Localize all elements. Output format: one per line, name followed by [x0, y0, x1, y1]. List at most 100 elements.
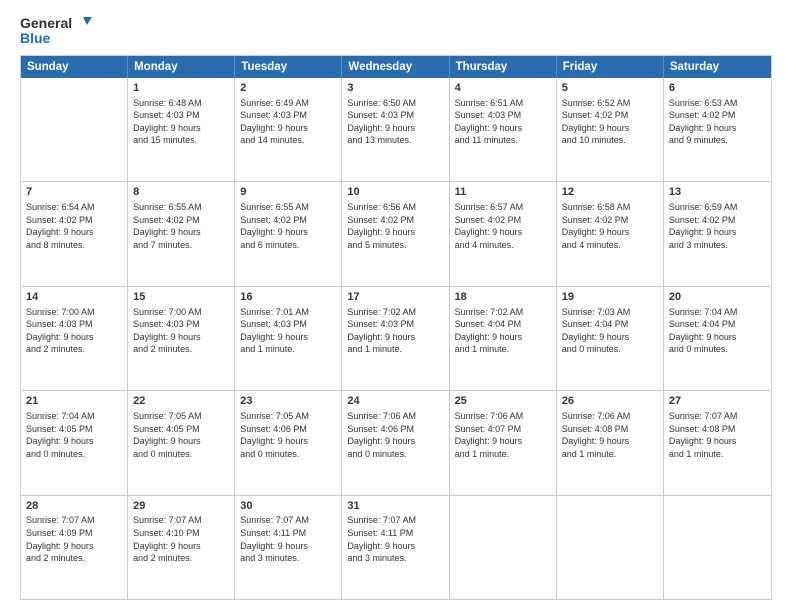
calendar-cell: 17Sunrise: 7:02 AM Sunset: 4:03 PM Dayli… — [342, 287, 449, 390]
cell-info: Sunrise: 6:49 AM Sunset: 4:03 PM Dayligh… — [240, 97, 336, 147]
header-day-sunday: Sunday — [21, 56, 128, 78]
cell-info: Sunrise: 7:07 AM Sunset: 4:08 PM Dayligh… — [669, 410, 766, 460]
day-number: 12 — [562, 185, 658, 200]
day-number: 19 — [562, 290, 658, 305]
calendar-cell: 7Sunrise: 6:54 AM Sunset: 4:02 PM Daylig… — [21, 182, 128, 285]
day-number: 6 — [669, 81, 766, 96]
calendar-cell: 24Sunrise: 7:06 AM Sunset: 4:06 PM Dayli… — [342, 391, 449, 494]
calendar-cell — [450, 496, 557, 599]
calendar-cell: 4Sunrise: 6:51 AM Sunset: 4:03 PM Daylig… — [450, 78, 557, 181]
calendar-header: SundayMondayTuesdayWednesdayThursdayFrid… — [21, 56, 771, 78]
logo-container: General Blue — [20, 16, 92, 47]
day-number: 20 — [669, 290, 766, 305]
cell-info: Sunrise: 6:55 AM Sunset: 4:02 PM Dayligh… — [240, 201, 336, 251]
day-number: 9 — [240, 185, 336, 200]
calendar-body: 1Sunrise: 6:48 AM Sunset: 4:03 PM Daylig… — [21, 78, 771, 599]
cell-info: Sunrise: 7:06 AM Sunset: 4:08 PM Dayligh… — [562, 410, 658, 460]
cell-info: Sunrise: 7:05 AM Sunset: 4:06 PM Dayligh… — [240, 410, 336, 460]
cell-info: Sunrise: 7:02 AM Sunset: 4:03 PM Dayligh… — [347, 306, 443, 356]
cell-info: Sunrise: 6:56 AM Sunset: 4:02 PM Dayligh… — [347, 201, 443, 251]
calendar-cell — [664, 496, 771, 599]
cell-info: Sunrise: 6:50 AM Sunset: 4:03 PM Dayligh… — [347, 97, 443, 147]
day-number: 17 — [347, 290, 443, 305]
day-number: 8 — [133, 185, 229, 200]
cell-info: Sunrise: 7:07 AM Sunset: 4:11 PM Dayligh… — [347, 514, 443, 564]
logo: General Blue — [20, 16, 92, 47]
calendar-cell: 14Sunrise: 7:00 AM Sunset: 4:03 PM Dayli… — [21, 287, 128, 390]
cell-info: Sunrise: 7:04 AM Sunset: 4:05 PM Dayligh… — [26, 410, 122, 460]
calendar-cell: 6Sunrise: 6:53 AM Sunset: 4:02 PM Daylig… — [664, 78, 771, 181]
calendar-cell: 10Sunrise: 6:56 AM Sunset: 4:02 PM Dayli… — [342, 182, 449, 285]
cell-info: Sunrise: 6:52 AM Sunset: 4:02 PM Dayligh… — [562, 97, 658, 147]
day-number: 1 — [133, 81, 229, 96]
cell-info: Sunrise: 7:02 AM Sunset: 4:04 PM Dayligh… — [455, 306, 551, 356]
page: General Blue SundayMondayTuesdayWednesda… — [0, 0, 792, 612]
cell-info: Sunrise: 7:07 AM Sunset: 4:10 PM Dayligh… — [133, 514, 229, 564]
calendar-week-5: 28Sunrise: 7:07 AM Sunset: 4:09 PM Dayli… — [21, 495, 771, 599]
header-day-thursday: Thursday — [450, 56, 557, 78]
cell-info: Sunrise: 7:07 AM Sunset: 4:09 PM Dayligh… — [26, 514, 122, 564]
day-number: 23 — [240, 394, 336, 409]
calendar-cell: 5Sunrise: 6:52 AM Sunset: 4:02 PM Daylig… — [557, 78, 664, 181]
day-number: 22 — [133, 394, 229, 409]
day-number: 15 — [133, 290, 229, 305]
calendar-cell: 1Sunrise: 6:48 AM Sunset: 4:03 PM Daylig… — [128, 78, 235, 181]
calendar-cell: 22Sunrise: 7:05 AM Sunset: 4:05 PM Dayli… — [128, 391, 235, 494]
day-number: 24 — [347, 394, 443, 409]
header-day-tuesday: Tuesday — [235, 56, 342, 78]
calendar-cell: 18Sunrise: 7:02 AM Sunset: 4:04 PM Dayli… — [450, 287, 557, 390]
cell-info: Sunrise: 7:07 AM Sunset: 4:11 PM Dayligh… — [240, 514, 336, 564]
day-number: 10 — [347, 185, 443, 200]
cell-info: Sunrise: 7:00 AM Sunset: 4:03 PM Dayligh… — [133, 306, 229, 356]
day-number: 25 — [455, 394, 551, 409]
calendar-cell: 29Sunrise: 7:07 AM Sunset: 4:10 PM Dayli… — [128, 496, 235, 599]
calendar-cell: 8Sunrise: 6:55 AM Sunset: 4:02 PM Daylig… — [128, 182, 235, 285]
day-number: 31 — [347, 499, 443, 514]
cell-info: Sunrise: 7:06 AM Sunset: 4:06 PM Dayligh… — [347, 410, 443, 460]
calendar-cell: 21Sunrise: 7:04 AM Sunset: 4:05 PM Dayli… — [21, 391, 128, 494]
calendar-cell: 26Sunrise: 7:06 AM Sunset: 4:08 PM Dayli… — [557, 391, 664, 494]
day-number: 16 — [240, 290, 336, 305]
calendar-cell: 31Sunrise: 7:07 AM Sunset: 4:11 PM Dayli… — [342, 496, 449, 599]
calendar-cell: 3Sunrise: 6:50 AM Sunset: 4:03 PM Daylig… — [342, 78, 449, 181]
calendar-cell: 19Sunrise: 7:03 AM Sunset: 4:04 PM Dayli… — [557, 287, 664, 390]
day-number: 26 — [562, 394, 658, 409]
day-number: 14 — [26, 290, 122, 305]
day-number: 3 — [347, 81, 443, 96]
cell-info: Sunrise: 6:48 AM Sunset: 4:03 PM Dayligh… — [133, 97, 229, 147]
calendar-week-1: 1Sunrise: 6:48 AM Sunset: 4:03 PM Daylig… — [21, 78, 771, 181]
day-number: 30 — [240, 499, 336, 514]
logo-blue: Blue — [20, 31, 92, 46]
calendar-week-4: 21Sunrise: 7:04 AM Sunset: 4:05 PM Dayli… — [21, 390, 771, 494]
calendar-cell: 25Sunrise: 7:06 AM Sunset: 4:07 PM Dayli… — [450, 391, 557, 494]
calendar-cell: 30Sunrise: 7:07 AM Sunset: 4:11 PM Dayli… — [235, 496, 342, 599]
day-number: 28 — [26, 499, 122, 514]
day-number: 27 — [669, 394, 766, 409]
day-number: 29 — [133, 499, 229, 514]
header: General Blue — [20, 16, 772, 47]
day-number: 5 — [562, 81, 658, 96]
cell-info: Sunrise: 7:03 AM Sunset: 4:04 PM Dayligh… — [562, 306, 658, 356]
day-number: 18 — [455, 290, 551, 305]
cell-info: Sunrise: 6:54 AM Sunset: 4:02 PM Dayligh… — [26, 201, 122, 251]
calendar-cell: 9Sunrise: 6:55 AM Sunset: 4:02 PM Daylig… — [235, 182, 342, 285]
calendar-cell: 23Sunrise: 7:05 AM Sunset: 4:06 PM Dayli… — [235, 391, 342, 494]
day-number: 2 — [240, 81, 336, 96]
day-number: 7 — [26, 185, 122, 200]
calendar-cell: 20Sunrise: 7:04 AM Sunset: 4:04 PM Dayli… — [664, 287, 771, 390]
calendar-cell: 13Sunrise: 6:59 AM Sunset: 4:02 PM Dayli… — [664, 182, 771, 285]
cell-info: Sunrise: 6:53 AM Sunset: 4:02 PM Dayligh… — [669, 97, 766, 147]
logo-general: General — [20, 16, 72, 31]
calendar-week-2: 7Sunrise: 6:54 AM Sunset: 4:02 PM Daylig… — [21, 181, 771, 285]
cell-info: Sunrise: 6:51 AM Sunset: 4:03 PM Dayligh… — [455, 97, 551, 147]
cell-info: Sunrise: 7:01 AM Sunset: 4:03 PM Dayligh… — [240, 306, 336, 356]
cell-info: Sunrise: 6:55 AM Sunset: 4:02 PM Dayligh… — [133, 201, 229, 251]
logo-bird-icon — [74, 17, 92, 31]
calendar-cell: 16Sunrise: 7:01 AM Sunset: 4:03 PM Dayli… — [235, 287, 342, 390]
calendar-week-3: 14Sunrise: 7:00 AM Sunset: 4:03 PM Dayli… — [21, 286, 771, 390]
header-day-wednesday: Wednesday — [342, 56, 449, 78]
header-day-saturday: Saturday — [664, 56, 771, 78]
day-number: 11 — [455, 185, 551, 200]
day-number: 4 — [455, 81, 551, 96]
cell-info: Sunrise: 7:00 AM Sunset: 4:03 PM Dayligh… — [26, 306, 122, 356]
